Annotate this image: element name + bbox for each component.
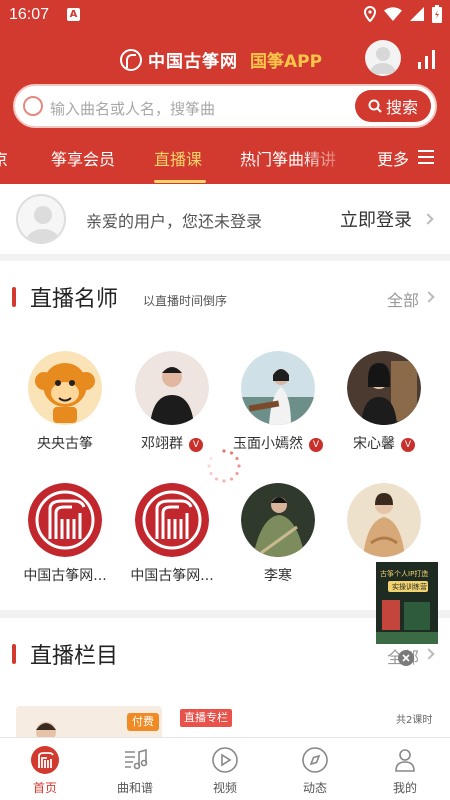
ad-subline: 实操训练营 — [392, 582, 427, 591]
teacher-card[interactable]: 中国古筝网... — [122, 483, 222, 613]
chevron-right-icon — [422, 213, 434, 225]
teacher-avatar — [135, 483, 209, 557]
teacher-name: 中国古筝网... — [130, 568, 214, 584]
search-button[interactable]: 搜索 — [355, 90, 431, 122]
paid-badge: 付费 — [127, 713, 159, 731]
teacher-card[interactable]: 玉面小嫣然 V — [228, 351, 328, 481]
teacher-avatar — [28, 483, 102, 557]
compass-icon — [302, 747, 328, 773]
section-title: 直播栏目 — [30, 644, 119, 669]
brand-logo-icon — [120, 48, 142, 71]
verified-badge-icon: V — [189, 438, 203, 452]
login-avatar — [16, 194, 66, 244]
home-logo-icon — [31, 746, 59, 774]
nav-label: 视频 — [212, 781, 237, 795]
teacher-avatar — [135, 351, 209, 425]
brand-logo-icon — [135, 483, 209, 557]
teacher-card[interactable]: 央央古筝 — [15, 351, 115, 481]
live-teachers-header: 直播名师 以直播时间倒序 全部 — [0, 261, 450, 331]
ad-headline: 古筝个人IP打造 — [380, 569, 428, 578]
music-score-icon — [125, 748, 148, 770]
teacher-name: 中国古筝网... — [23, 568, 107, 584]
teacher-name: 宋心馨 V — [334, 433, 434, 453]
app-logo: 中国古筝网 国筝APP — [120, 47, 322, 72]
login-button[interactable]: 立即登录 — [340, 206, 412, 232]
bottom-navigation: 首页 曲和谱 视频 动态 我的 — [0, 737, 450, 800]
chevron-right-icon — [423, 291, 435, 303]
stats-bars-icon[interactable] — [416, 48, 438, 70]
status-time: 16:07 — [9, 6, 50, 23]
search-input[interactable]: 输入曲名或人名，搜筝曲 — [50, 98, 215, 119]
location-icon — [364, 6, 376, 22]
teacher-name: 李寒 — [264, 568, 292, 584]
battery-icon — [432, 5, 442, 23]
avatar-placeholder-icon — [369, 47, 397, 74]
tab-partial[interactable]: 京 — [0, 146, 8, 170]
teacher-avatar — [241, 351, 315, 425]
search-icon — [368, 99, 382, 113]
nav-profile[interactable]: 我的 — [360, 738, 450, 800]
active-tab-indicator — [154, 180, 206, 183]
section-title: 直播名师 — [30, 287, 119, 312]
verified-badge-icon: V — [401, 438, 415, 452]
notification-badge-icon: A — [67, 8, 80, 21]
nav-label: 我的 — [392, 781, 417, 795]
app-label: 国筝APP — [250, 52, 323, 72]
teacher-card[interactable]: 李寒 — [228, 483, 328, 613]
user-icon — [395, 749, 415, 772]
status-bar: 16:07 A — [0, 0, 450, 30]
close-icon — [402, 654, 410, 662]
category-tabs: 京 筝享会员 直播课 热门筝曲精讲 更多 — [0, 140, 450, 184]
search-button-label: 搜索 — [385, 98, 418, 117]
search-bar[interactable]: 输入曲名或人名，搜筝曲 搜索 — [13, 84, 437, 128]
teacher-avatar — [347, 351, 421, 425]
tab-membership[interactable]: 筝享会员 — [51, 146, 115, 170]
search-logo-icon — [23, 96, 43, 116]
section-subtitle: 以直播时间倒序 — [143, 294, 228, 308]
nav-home[interactable]: 首页 — [0, 738, 90, 800]
brand-logo-icon — [28, 483, 102, 557]
nav-scores[interactable]: 曲和谱 — [90, 738, 180, 800]
play-video-icon — [212, 747, 238, 773]
tab-live-class[interactable]: 直播课 — [154, 146, 202, 170]
teacher-avatar — [28, 351, 102, 425]
live-column-tag: 直播专栏 — [180, 709, 232, 727]
teacher-card[interactable]: 宋心馨 V — [334, 351, 434, 481]
chevron-right-icon — [423, 648, 435, 660]
teacher-avatar — [241, 483, 315, 557]
login-prompt-card[interactable]: 亲爱的用户，您还未登录 立即登录 — [0, 184, 450, 254]
close-ad-button[interactable] — [398, 650, 414, 666]
nav-label: 动态 — [302, 781, 327, 795]
nav-label: 曲和谱 — [116, 781, 153, 795]
lesson-count: 共2课时 — [396, 715, 433, 726]
loading-spinner-icon — [207, 449, 241, 483]
teacher-card[interactable]: 中国古筝网... — [15, 483, 115, 613]
nav-feed[interactable]: 动态 — [270, 738, 360, 800]
user-avatar-button[interactable] — [365, 40, 401, 76]
menu-icon — [418, 150, 434, 164]
teacher-avatar — [347, 483, 421, 557]
login-message: 亲爱的用户，您还未登录 — [86, 212, 263, 231]
app-header: 16:07 A 中国古筝网 国筝APP 输入曲名或人名，搜筝曲 搜索 京 筝享会… — [0, 0, 450, 184]
wifi-icon — [384, 7, 402, 21]
nav-video[interactable]: 视频 — [180, 738, 270, 800]
brand-name: 中国古筝网 — [148, 52, 238, 72]
nav-label: 首页 — [32, 781, 57, 795]
signal-icon — [410, 7, 424, 21]
floating-ad-banner[interactable]: 古筝个人IP打造 实操训练营 — [376, 562, 438, 644]
tabs-more-label: 更多 — [377, 150, 410, 169]
teacher-name: 玉面小嫣然 V — [228, 433, 328, 453]
teacher-name: 央央古筝 — [37, 436, 93, 452]
avatar-placeholder-icon — [24, 206, 62, 242]
view-all-teachers-link[interactable]: 全部 — [387, 287, 419, 311]
tabs-more-button[interactable]: 更多 — [360, 140, 450, 184]
verified-badge-icon: V — [309, 438, 323, 452]
